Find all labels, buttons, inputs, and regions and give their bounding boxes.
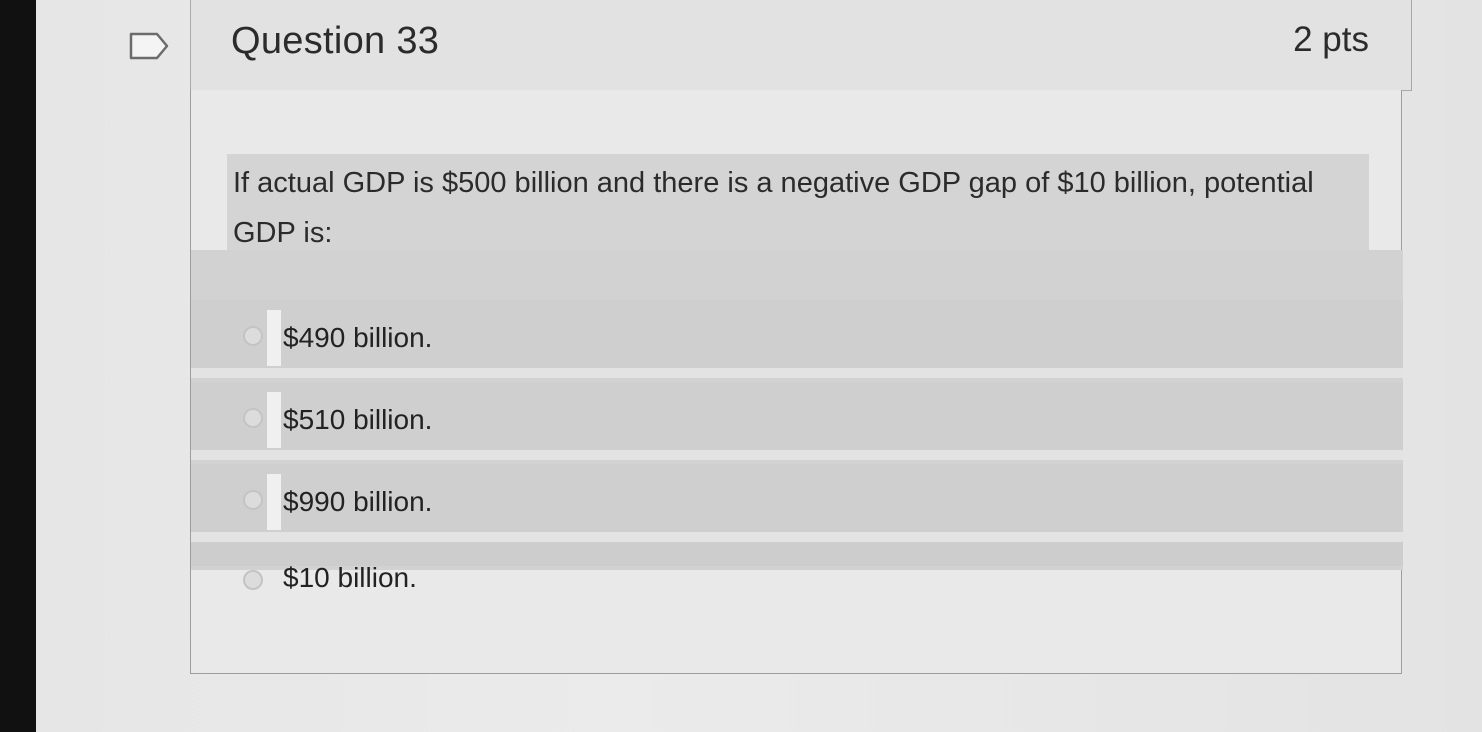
- answer-option[interactable]: $10 billion.: [191, 542, 1403, 602]
- question-text: If actual GDP is $500 billion and there …: [233, 167, 1314, 249]
- question-card: Question 33 2 pts If actual GDP is $500 …: [190, 0, 1412, 676]
- question-header: Question 33 2 pts: [190, 0, 1412, 91]
- answer-label: $990 billion.: [283, 486, 433, 517]
- answer-option[interactable]: $490 billion.: [191, 300, 1403, 378]
- screen-bezel: [0, 0, 36, 732]
- question-title: Question 33: [231, 20, 440, 62]
- radio-button-icon[interactable]: [243, 490, 263, 510]
- radio-button-icon[interactable]: [243, 326, 263, 346]
- quiz-page: Question 33 2 pts If actual GDP is $500 …: [36, 0, 1482, 732]
- flag-outline-icon[interactable]: [129, 32, 169, 60]
- answer-option[interactable]: $990 billion.: [191, 464, 1403, 542]
- answer-label: $10 billion.: [283, 562, 417, 593]
- answer-label: $490 billion.: [283, 322, 433, 353]
- question-points: 2 pts: [1293, 20, 1369, 59]
- answer-label: $510 billion.: [283, 404, 433, 435]
- answer-option[interactable]: $510 billion.: [191, 382, 1403, 460]
- radio-button-icon[interactable]: [243, 408, 263, 428]
- radio-button-icon[interactable]: [243, 570, 263, 590]
- question-body: If actual GDP is $500 billion and there …: [190, 90, 1403, 674]
